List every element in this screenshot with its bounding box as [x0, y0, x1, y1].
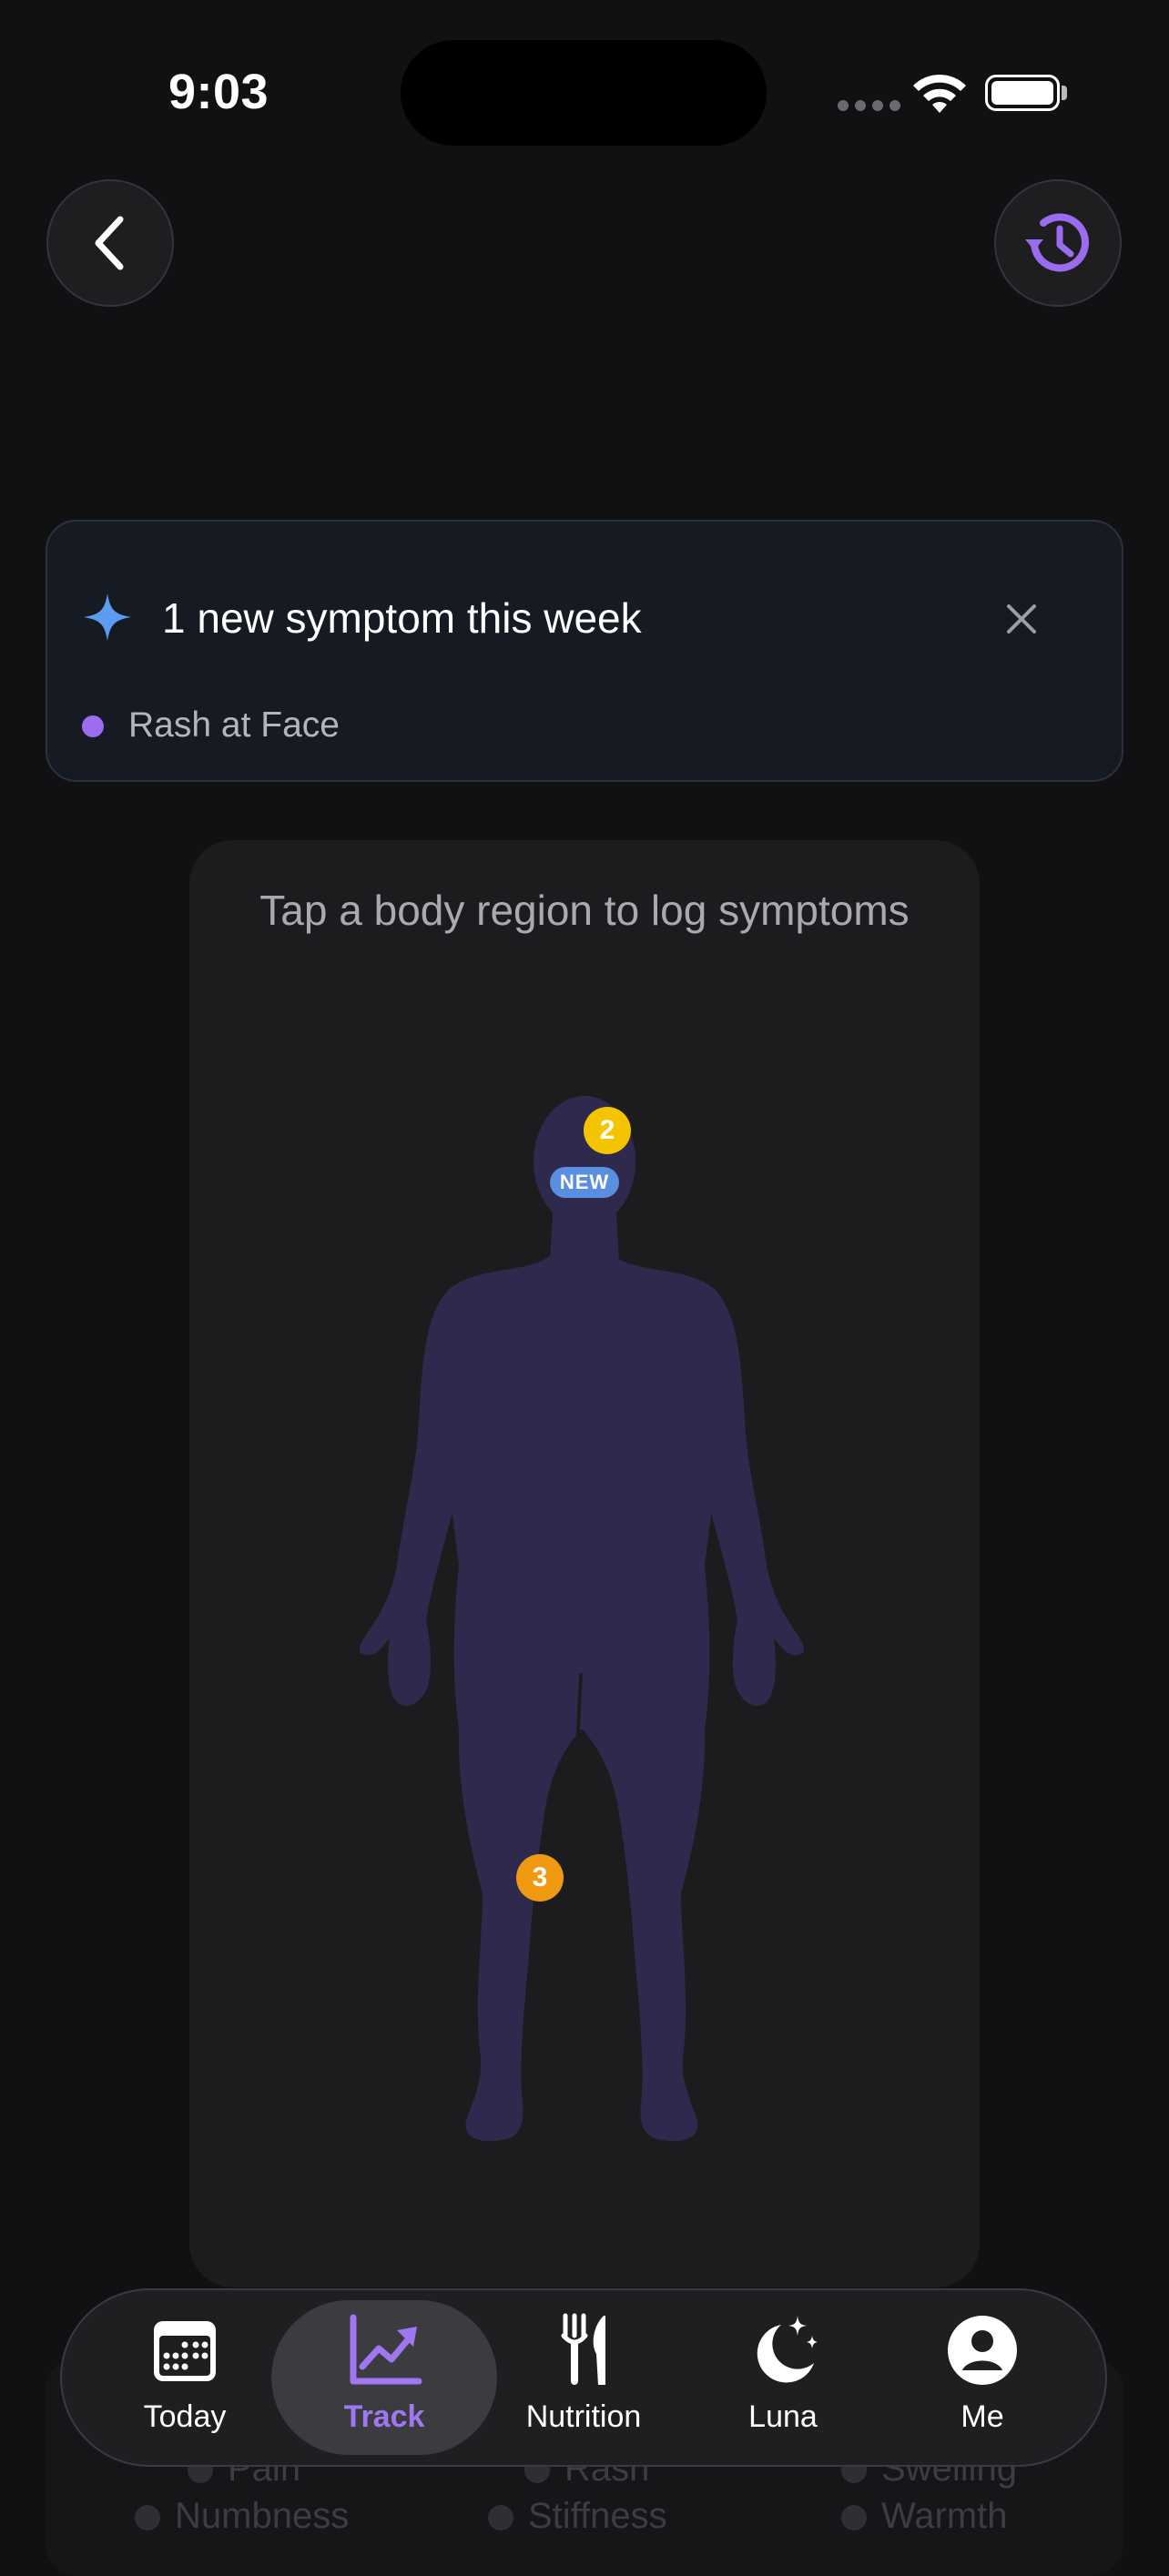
symptom-dot — [82, 715, 104, 737]
status-time: 9:03 — [168, 65, 269, 119]
tab-nutrition[interactable]: Nutrition — [493, 2312, 675, 2449]
tab-label: Track — [343, 2399, 425, 2434]
close-icon[interactable] — [1001, 599, 1042, 639]
trend-chart-icon — [350, 2314, 422, 2385]
history-button[interactable] — [994, 179, 1122, 307]
person-icon — [948, 2316, 1017, 2385]
dynamic-island — [401, 40, 767, 146]
tab-label: Me — [961, 2399, 1004, 2434]
legend-label: Stiffness — [528, 2496, 667, 2536]
history-clock-icon — [1025, 213, 1089, 272]
legend-label: Warmth — [881, 2496, 1008, 2536]
body-region-left-leg — [458, 1720, 581, 2142]
banner-symptom-item: Rash at Face — [128, 705, 340, 745]
tab-me[interactable]: Me — [891, 2312, 1073, 2449]
body-region-neck — [550, 1202, 619, 1262]
legend-dot — [135, 2505, 160, 2530]
body-figure[interactable] — [346, 1092, 819, 2157]
body-region-right-leg — [583, 1720, 706, 2142]
cellular-signal-icon — [838, 100, 900, 111]
fork-knife-icon — [561, 2313, 605, 2385]
tab-today[interactable]: Today — [94, 2312, 276, 2449]
battery-icon — [985, 75, 1060, 111]
wifi-icon — [913, 74, 966, 113]
body-region-left-arm — [359, 1287, 468, 1706]
back-button[interactable] — [46, 179, 174, 307]
body-map-hint: Tap a body region to log symptoms — [259, 887, 910, 934]
tab-track[interactable]: Track — [293, 2312, 475, 2449]
calendar-icon — [154, 2321, 216, 2381]
chevron-left-icon — [95, 216, 124, 270]
legend-label: Numbness — [175, 2496, 350, 2536]
battery-tip — [1062, 86, 1067, 100]
knee-symptom-count-badge[interactable]: 3 — [516, 1854, 564, 1902]
body-region-right-arm — [696, 1287, 805, 1706]
body-region-torso — [432, 1254, 731, 1729]
legend-dot — [841, 2505, 867, 2530]
tab-label: Luna — [748, 2399, 818, 2434]
tab-luna[interactable]: Luna — [692, 2312, 874, 2449]
banner-title: 1 new symptom this week — [162, 594, 642, 642]
legend-dot — [488, 2505, 513, 2530]
face-symptom-count-badge[interactable]: 2 — [584, 1107, 631, 1154]
moon-stars-icon — [757, 2316, 818, 2383]
tab-label: Today — [143, 2399, 227, 2434]
tab-label: Nutrition — [525, 2399, 642, 2434]
new-tag: NEW — [550, 1167, 619, 1198]
sparkle-icon — [84, 593, 131, 641]
